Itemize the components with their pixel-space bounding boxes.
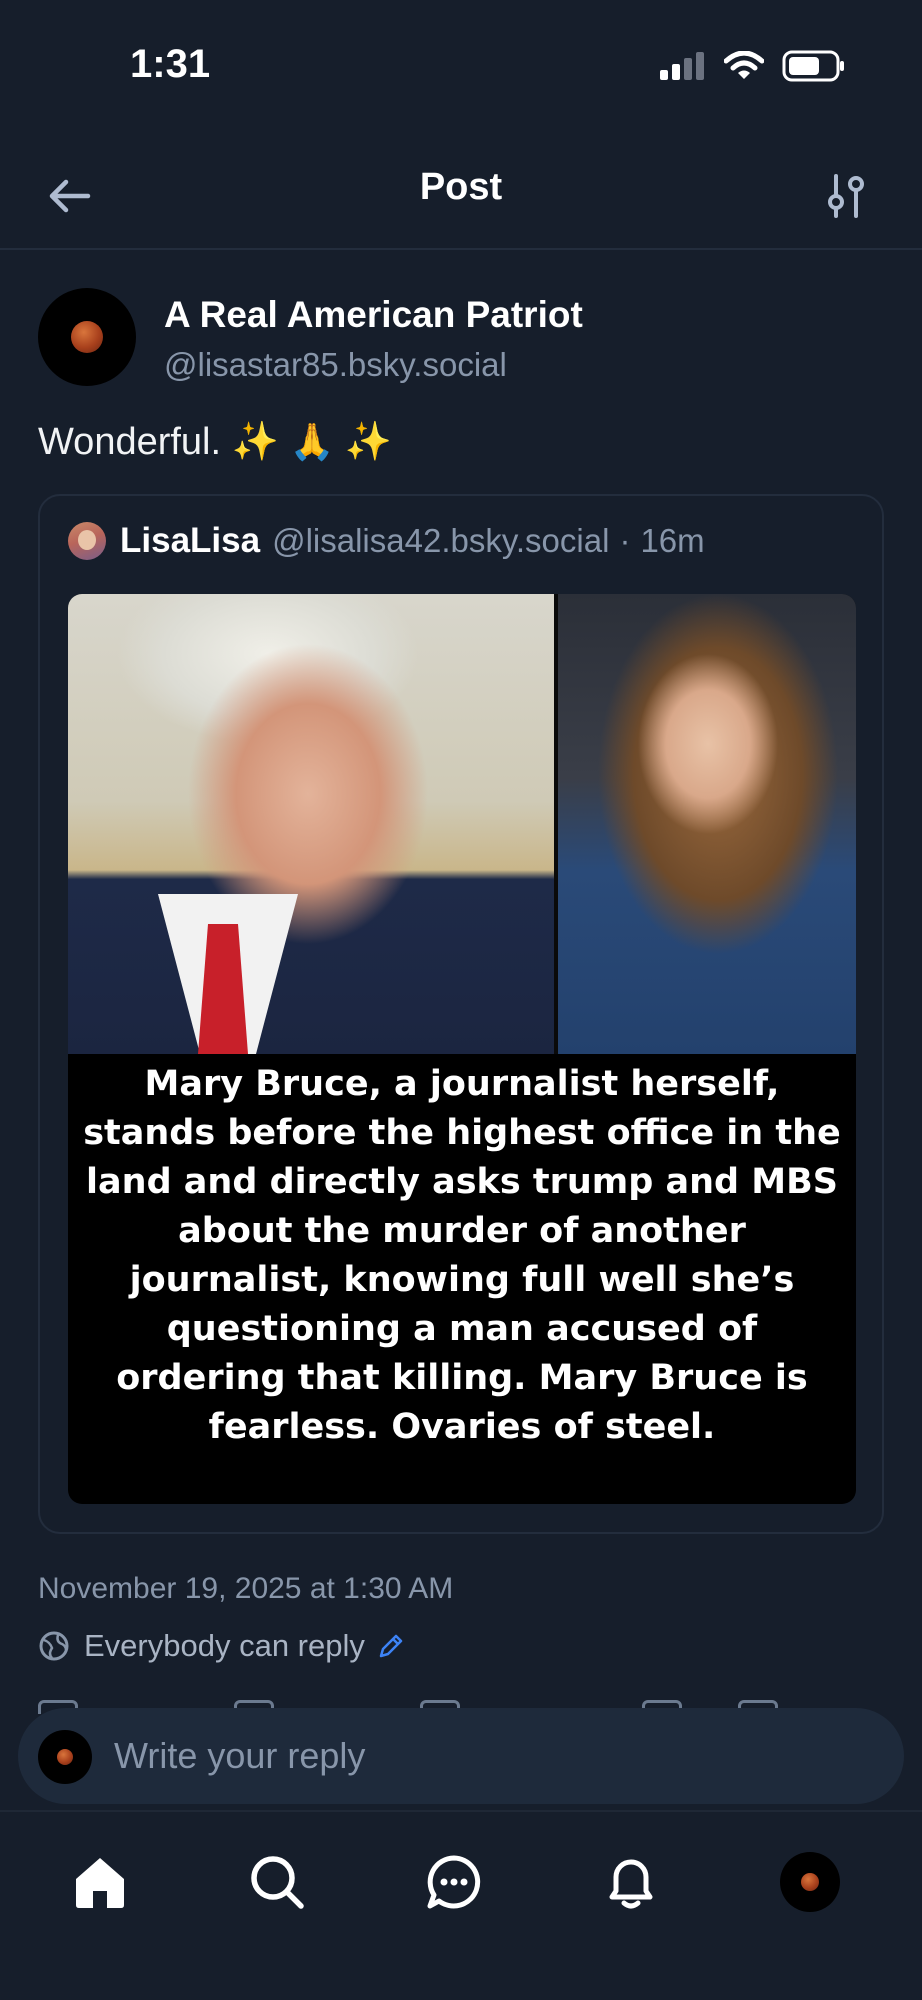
tab-search[interactable] (241, 1846, 313, 1918)
author-handle[interactable]: @lisastar85.bsky.social (164, 346, 507, 384)
tab-chat[interactable] (418, 1846, 490, 1918)
status-bar: 1:31 (0, 0, 922, 140)
reply-setting-label: Everybody can reply (84, 1628, 365, 1663)
image-caption: Mary Bruce, a journalist herself, stands… (83, 1064, 841, 1447)
separator-dot: · (619, 522, 631, 559)
status-icons (660, 50, 846, 87)
status-time: 1:31 (130, 42, 211, 86)
sliders-icon (828, 174, 864, 218)
bottom-tab-bar (0, 1810, 922, 2000)
quoted-post-time: 16m (640, 522, 705, 559)
search-icon (251, 1856, 304, 1909)
author-avatar[interactable] (38, 288, 136, 386)
wifi-icon (723, 50, 765, 86)
tab-notifications[interactable] (595, 1846, 667, 1918)
pencil-icon[interactable] (377, 1632, 405, 1660)
author-name[interactable]: A Real American Patriot (164, 294, 583, 336)
photo-right (558, 594, 856, 1054)
home-icon (76, 1858, 124, 1908)
reply-input[interactable] (114, 1726, 874, 1786)
bell-icon (609, 1859, 653, 1909)
quoted-post-image[interactable]: Mary Bruce, a journalist herself, stands… (68, 594, 856, 1504)
reply-composer[interactable] (18, 1708, 904, 1804)
post-author[interactable]: A Real American Patriot @lisastar85.bsky… (38, 288, 888, 388)
post-text: Wonderful. ✨ 🙏 ✨ (38, 420, 392, 464)
sparkles-emoji: ✨ (344, 421, 393, 463)
reply-setting[interactable]: Everybody can reply (38, 1628, 405, 1664)
my-avatar (38, 1730, 92, 1784)
battery-icon (782, 50, 846, 87)
quoted-author-handle[interactable]: @lisalisa42.bsky.social (272, 522, 609, 560)
cellular-signal-icon (660, 52, 706, 85)
tab-profile[interactable] (774, 1846, 846, 1918)
thread-settings-button[interactable] (826, 170, 866, 222)
page-title: Post (419, 166, 503, 208)
quoted-post[interactable]: LisaLisa @lisalisa42.bsky.social · 16m M… (38, 494, 884, 1534)
post-header: Post (0, 140, 922, 250)
praying-hands-emoji: 🙏 (289, 421, 335, 462)
quoted-post-header: LisaLisa @lisalisa42.bsky.social · 16m (68, 520, 705, 562)
tab-home[interactable] (64, 1846, 136, 1918)
quoted-author-name[interactable]: LisaLisa (120, 521, 260, 561)
photo-left (68, 594, 554, 1054)
chat-icon (427, 1855, 481, 1909)
sparkles-emoji: ✨ (231, 421, 279, 463)
profile-avatar (780, 1852, 840, 1912)
globe-icon (39, 1631, 69, 1661)
post-timestamp: November 19, 2025 at 1:30 AM (38, 1572, 454, 1605)
post-text-body: Wonderful. (38, 421, 222, 463)
quoted-author-avatar[interactable] (68, 522, 106, 560)
